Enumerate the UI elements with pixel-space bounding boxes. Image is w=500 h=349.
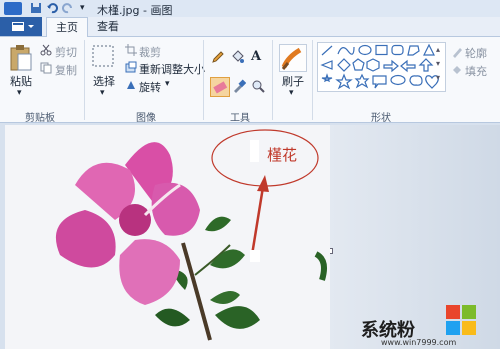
six-point-star-shape-icon	[354, 73, 370, 89]
copy-icon[interactable]	[40, 62, 52, 77]
text-tool-icon[interactable]: A	[251, 49, 261, 64]
copy-label[interactable]: 复制	[55, 62, 77, 78]
oval-callout-shape-icon	[390, 74, 406, 86]
title-bar: ▾ 木槿.jpg - 画图	[0, 0, 500, 18]
image-group-label: 图像	[136, 113, 156, 124]
outline-icon[interactable]	[451, 46, 463, 61]
polygon-shape-icon	[407, 45, 420, 56]
app-menu-icon[interactable]	[4, 2, 22, 15]
windows-logo	[445, 304, 477, 336]
redo-icon[interactable]	[62, 2, 74, 14]
paste-dropdown-icon[interactable]: ▾	[17, 88, 22, 98]
paste-icon[interactable]	[9, 44, 33, 75]
rect-callout-shape-icon	[372, 75, 387, 89]
rectangle-shape-icon	[375, 44, 388, 56]
outline-label[interactable]: 轮廓	[465, 45, 487, 61]
leaf-fragment	[312, 250, 332, 293]
drawing-canvas[interactable]: 槿花	[5, 125, 330, 349]
watermark-url: www.win7999.com	[381, 338, 457, 347]
annotation-arrow	[250, 186, 265, 256]
resize-label[interactable]: 重新调整大小	[139, 61, 205, 77]
eraser-button[interactable]	[210, 77, 230, 97]
shapes-more-icon[interactable]: ▾	[436, 72, 440, 84]
fill-label[interactable]: 填充	[465, 63, 487, 79]
file-menu-button[interactable]	[0, 17, 42, 36]
select-label[interactable]: 选择	[93, 73, 115, 89]
window-title: 木槿.jpg - 画图	[97, 4, 173, 17]
tab-view[interactable]: 查看	[88, 17, 128, 36]
up-arrow-shape-icon	[418, 58, 434, 72]
line-shape-icon	[321, 45, 333, 56]
customize-qa-icon[interactable]: ▾	[80, 2, 92, 14]
select-icon[interactable]	[92, 45, 114, 70]
right-arrow-shape-icon	[383, 59, 399, 73]
cut-icon[interactable]	[40, 44, 52, 59]
select-dropdown-icon[interactable]: ▾	[100, 88, 105, 98]
rotate-dropdown-icon[interactable]: ▾	[165, 79, 170, 89]
divider	[84, 40, 85, 120]
brush-label[interactable]: 刷子	[282, 73, 304, 89]
save-icon[interactable]	[30, 2, 42, 14]
eraser-icon	[213, 81, 228, 94]
tools-group-label: 工具	[230, 113, 250, 124]
magnifier-icon[interactable]	[251, 79, 265, 96]
oval-shape-icon	[358, 44, 372, 56]
pentagon-shape-icon	[352, 58, 365, 71]
resize-icon[interactable]	[125, 61, 137, 76]
triangle-shape-icon	[423, 43, 435, 56]
rotate-icon[interactable]	[125, 79, 137, 94]
shapes-scroll-down-icon[interactable]: ▾	[436, 58, 440, 70]
cut-label[interactable]: 剪切	[55, 44, 77, 60]
shapes-scroll-up-icon[interactable]: ▴	[436, 44, 440, 56]
hexagon-shape-icon	[366, 58, 380, 72]
pencil-icon[interactable]	[211, 50, 225, 67]
star-shape-icon	[335, 73, 353, 90]
curve-shape-icon	[337, 46, 355, 55]
brush-dropdown-icon[interactable]: ▾	[289, 88, 294, 98]
brush-icon	[281, 47, 302, 70]
color-picker-icon[interactable]	[232, 79, 247, 96]
shapes-group-label: 形状	[371, 113, 391, 124]
rotate-label[interactable]: 旋转	[139, 79, 161, 95]
undo-icon[interactable]	[46, 2, 58, 14]
tab-home[interactable]: 主页	[46, 17, 88, 38]
paste-label[interactable]: 粘贴	[10, 73, 32, 89]
brush-button[interactable]	[279, 44, 307, 72]
clipboard-group-label: 剪贴板	[25, 113, 55, 124]
divider	[312, 40, 313, 120]
fill-bucket-icon[interactable]	[230, 50, 244, 67]
left-arrow-shape-icon	[400, 59, 416, 73]
divider	[203, 40, 204, 120]
crop-label[interactable]: 裁剪	[139, 44, 161, 60]
crop-icon[interactable]	[125, 44, 137, 59]
four-point-star-shape-icon	[321, 73, 333, 83]
annotation-text: 槿花	[267, 146, 298, 164]
cloud-callout-shape-icon	[409, 75, 423, 86]
divider	[272, 40, 273, 120]
rounded-rectangle-shape-icon	[391, 44, 404, 56]
diamond-shape-icon	[337, 58, 351, 72]
fill-icon[interactable]	[451, 64, 463, 79]
right-triangle-shape-icon	[320, 60, 333, 70]
shapes-gallery[interactable]	[317, 42, 446, 92]
